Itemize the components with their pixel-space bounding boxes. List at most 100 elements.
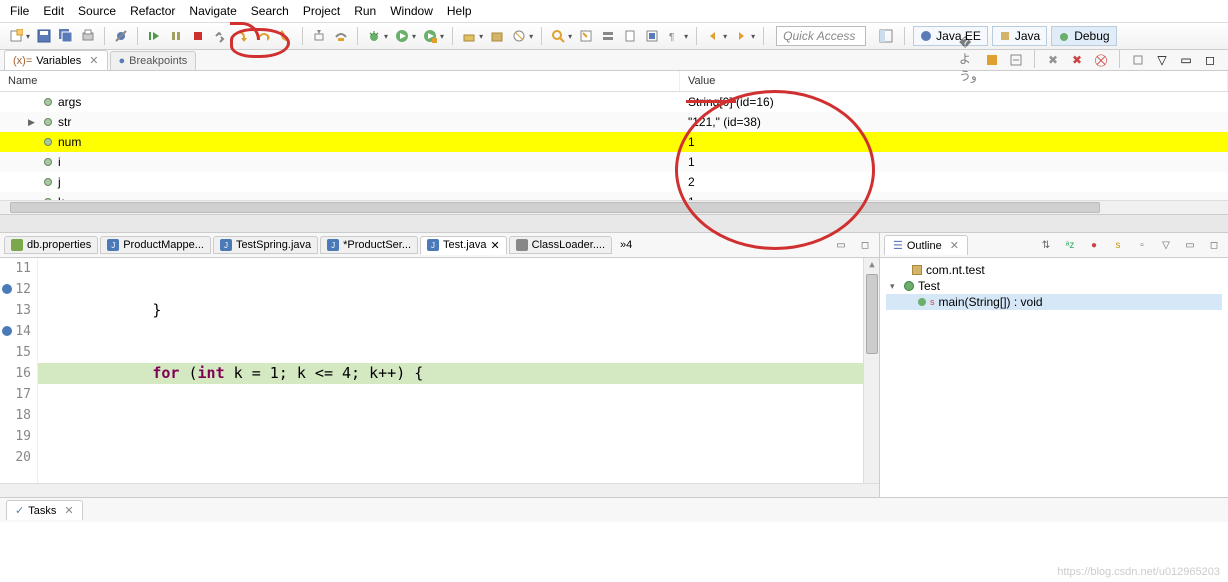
hide-static-icon[interactable]: ●: [1084, 235, 1104, 255]
print-icon[interactable]: [78, 26, 98, 46]
menu-search[interactable]: Search: [251, 4, 289, 18]
table-row[interactable]: k1: [0, 192, 1228, 200]
resume-icon[interactable]: [144, 26, 164, 46]
new-package-icon[interactable]: [487, 26, 507, 46]
perspective-switcher: Java EE Java Debug: [876, 26, 1116, 46]
menu-edit[interactable]: Edit: [43, 4, 64, 18]
view-menu-icon[interactable]: ▽: [1152, 50, 1172, 70]
toggle-block-icon[interactable]: [642, 26, 662, 46]
menu-help[interactable]: Help: [447, 4, 472, 18]
editor-tab-productmapper[interactable]: JProductMappe...: [100, 236, 211, 254]
scrollbar-thumb[interactable]: [10, 202, 1100, 213]
menu-navigate[interactable]: Navigate: [189, 4, 236, 18]
show-whitespace-icon[interactable]: ¶: [664, 26, 684, 46]
toggle-mark-icon[interactable]: [620, 26, 640, 46]
outline-view: ☰ Outline ✕ ⇅ ᵃz ● s ▫ ▽ ▭ ◻ com.nt.test…: [880, 233, 1228, 497]
collapse-all-icon[interactable]: [1006, 50, 1026, 70]
close-icon[interactable]: ✕: [490, 239, 499, 252]
back-icon[interactable]: [703, 26, 723, 46]
minimize-editor-icon[interactable]: ▭: [831, 235, 851, 255]
editor-tab-db[interactable]: db.properties: [4, 236, 98, 254]
table-row[interactable]: i1: [0, 152, 1228, 172]
disconnect-icon[interactable]: [210, 26, 230, 46]
hide-nonpublic-icon[interactable]: s: [1108, 235, 1128, 255]
variables-table: argsString[0] (id=16) ▶str"121," (id=38)…: [0, 92, 1228, 200]
terminate-icon[interactable]: [188, 26, 208, 46]
new-server-icon[interactable]: [459, 26, 479, 46]
editor-tab-testspring[interactable]: JTestSpring.java: [213, 236, 318, 254]
open-perspective-icon[interactable]: [876, 26, 896, 46]
menu-project[interactable]: Project: [303, 4, 340, 18]
menu-run[interactable]: Run: [354, 4, 376, 18]
menu-window[interactable]: Window: [390, 4, 433, 18]
outline-class[interactable]: ▾Test: [886, 278, 1222, 294]
table-row[interactable]: j2: [0, 172, 1228, 192]
remove-all-icon[interactable]: ⛒: [1091, 50, 1111, 70]
quick-access-input[interactable]: Quick Access: [776, 26, 866, 46]
hide-fields-icon[interactable]: ᵃz: [1060, 235, 1080, 255]
maximize-icon[interactable]: ◻: [1200, 50, 1220, 70]
remove-icon[interactable]: ✖: [1067, 50, 1087, 70]
pin-icon[interactable]: [1128, 50, 1148, 70]
perspective-java[interactable]: Java: [992, 26, 1047, 46]
watermark: https://blog.csdn.net/u012965203: [1057, 566, 1220, 578]
minimize-icon[interactable]: ▭: [1176, 50, 1196, 70]
tab-tasks[interactable]: ✓ Tasks ✕: [6, 500, 83, 520]
step-return-icon[interactable]: [276, 26, 296, 46]
debug-icon[interactable]: [364, 26, 384, 46]
search-icon[interactable]: [548, 26, 568, 46]
maximize-editor-icon[interactable]: ◻: [855, 235, 875, 255]
column-name[interactable]: Name: [0, 71, 680, 91]
maximize-icon[interactable]: ◻: [1204, 235, 1224, 255]
close-icon[interactable]: ✕: [89, 54, 98, 67]
drop-frame-icon[interactable]: [309, 26, 329, 46]
close-icon[interactable]: ✕: [64, 504, 73, 517]
code-editor[interactable]: 11 12 13 14 15 16 17 18 19 20 } for (int…: [0, 258, 879, 483]
scrollbar-thumb[interactable]: [866, 274, 878, 354]
editor-tab-classloader[interactable]: ClassLoader....: [509, 236, 612, 254]
perspective-debug[interactable]: Debug: [1051, 26, 1116, 46]
suspend-icon[interactable]: [166, 26, 186, 46]
outline-package[interactable]: com.nt.test: [886, 262, 1222, 278]
table-row[interactable]: ▶str"121," (id=38): [0, 112, 1228, 132]
new-icon[interactable]: [6, 26, 26, 46]
more-tabs[interactable]: »4: [620, 239, 632, 251]
close-icon[interactable]: ✕: [950, 239, 959, 252]
view-menu-icon[interactable]: ▽: [1156, 235, 1176, 255]
sort-icon[interactable]: ⇅: [1036, 235, 1056, 255]
skip-breakpoints-icon[interactable]: [111, 26, 131, 46]
forward-icon[interactable]: [731, 26, 751, 46]
step-filters-icon[interactable]: [331, 26, 351, 46]
run-last-icon[interactable]: [420, 26, 440, 46]
main-menu-bar: File Edit Source Refactor Navigate Searc…: [0, 0, 1228, 23]
step-over-icon[interactable]: [254, 26, 274, 46]
editor-tab-test[interactable]: JTest.java ✕: [420, 236, 507, 255]
menu-refactor[interactable]: Refactor: [130, 4, 175, 18]
add-watch-icon[interactable]: ✖: [1043, 50, 1063, 70]
show-type-icon[interactable]: �ようو: [958, 50, 978, 70]
new-class-icon[interactable]: [509, 26, 529, 46]
tab-outline[interactable]: ☰ Outline ✕: [884, 235, 968, 255]
scroll-up-icon[interactable]: ▲: [866, 260, 878, 272]
hide-local-icon[interactable]: ▫: [1132, 235, 1152, 255]
annotate-icon[interactable]: [576, 26, 596, 46]
tab-variables[interactable]: (x)= Variables ✕: [4, 50, 108, 70]
save-all-icon[interactable]: [56, 26, 76, 46]
column-value[interactable]: Value: [680, 71, 1228, 91]
toggle-breadcrumb-icon[interactable]: [598, 26, 618, 46]
show-logical-icon[interactable]: [982, 50, 1002, 70]
outline-method[interactable]: s main(String[]) : void: [886, 294, 1222, 310]
minimize-icon[interactable]: ▭: [1180, 235, 1200, 255]
svg-text:¶: ¶: [669, 32, 674, 43]
bottom-tabstrip: ✓ Tasks ✕: [0, 497, 1228, 522]
run-icon[interactable]: [392, 26, 412, 46]
menu-source[interactable]: Source: [78, 4, 116, 18]
table-row[interactable]: argsString[0] (id=16): [0, 92, 1228, 112]
variables-view: (x)= Variables ✕ ● Breakpoints �ようو ✖ ✖ …: [0, 50, 1228, 232]
save-icon[interactable]: [34, 26, 54, 46]
step-into-icon[interactable]: [232, 26, 252, 46]
menu-file[interactable]: File: [10, 4, 29, 18]
editor-tab-productser[interactable]: J*ProductSer...: [320, 236, 418, 254]
tab-breakpoints[interactable]: ● Breakpoints: [110, 51, 197, 70]
table-row[interactable]: num1: [0, 132, 1228, 152]
